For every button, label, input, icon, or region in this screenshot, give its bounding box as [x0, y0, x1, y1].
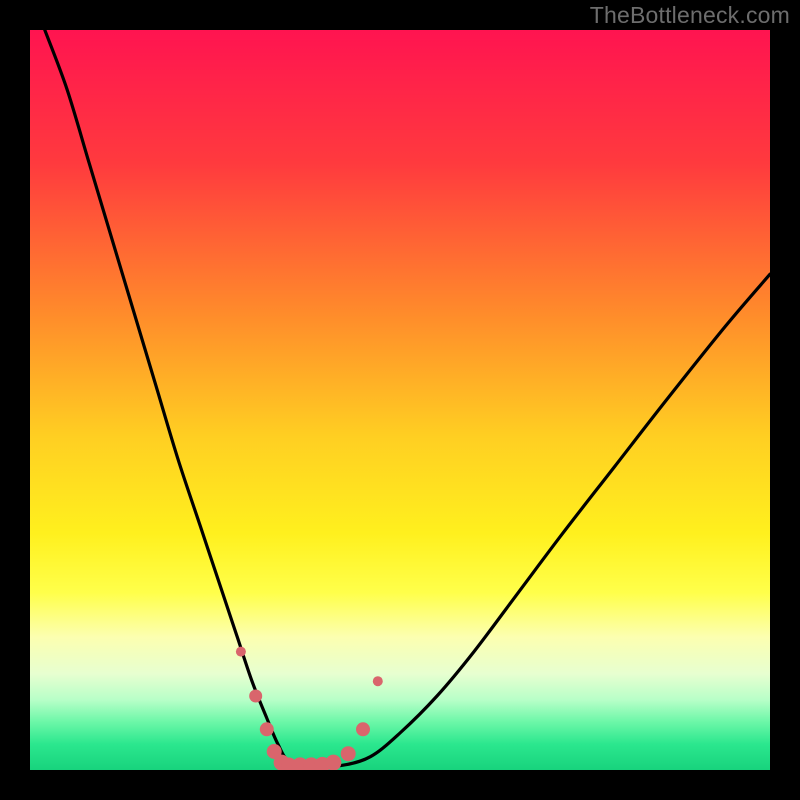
chart-svg	[30, 30, 770, 770]
highlight-marker	[260, 722, 274, 736]
watermark-text: TheBottleneck.com	[590, 2, 790, 29]
highlight-marker	[249, 690, 262, 703]
highlight-marker	[341, 746, 356, 761]
plot-area	[30, 30, 770, 770]
chart-frame: TheBottleneck.com	[0, 0, 800, 800]
highlight-marker	[236, 647, 246, 657]
highlight-marker	[356, 722, 370, 736]
highlight-marker	[325, 755, 341, 770]
highlight-marker	[373, 676, 383, 686]
gradient-background	[30, 30, 770, 770]
